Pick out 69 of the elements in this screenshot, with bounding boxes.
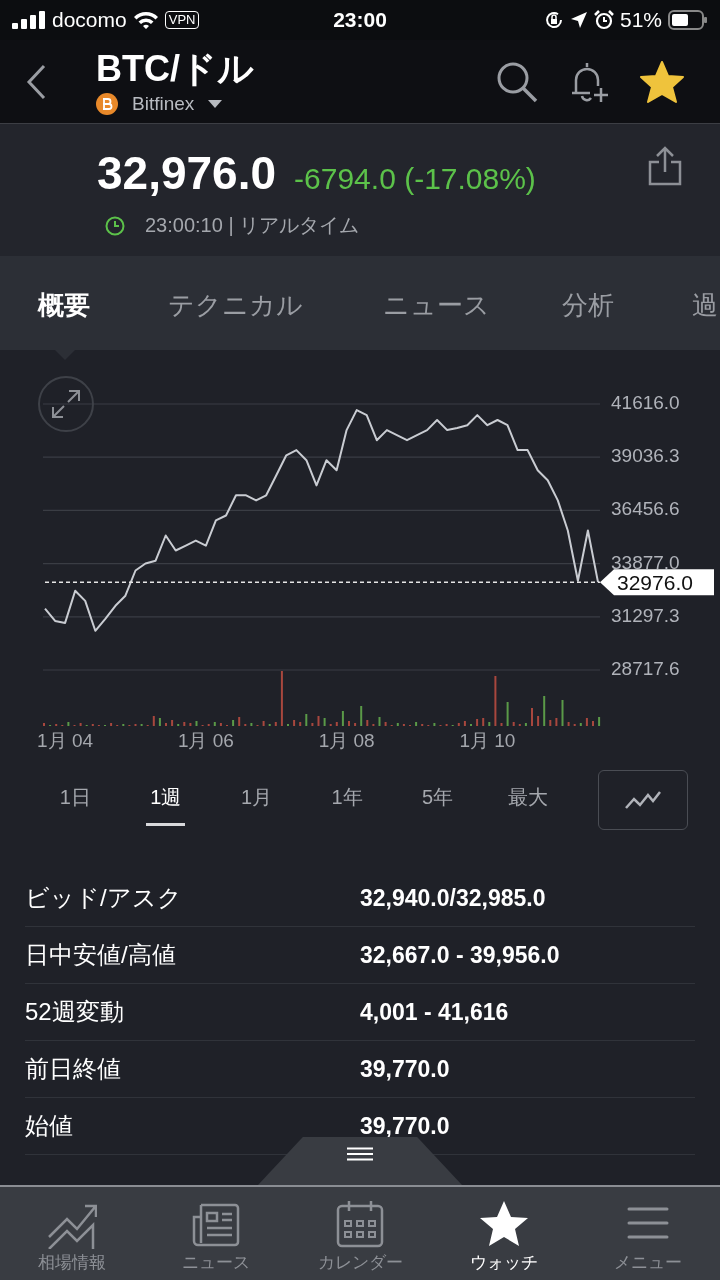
carrier-name: docomo xyxy=(52,8,127,32)
rotation-lock-icon xyxy=(543,10,564,30)
section-tab[interactable]: テクニカル xyxy=(168,288,303,323)
nav-tab[interactable]: カレンダー xyxy=(288,1187,432,1280)
stat-value: 32,667.0 - 39,956.0 xyxy=(360,941,560,969)
section-tab[interactable]: 分析 xyxy=(562,288,614,323)
chart-type-button[interactable] xyxy=(598,770,688,830)
search-icon xyxy=(496,60,538,103)
axis-label: 1月 04 xyxy=(37,730,94,751)
range-tab[interactable]: 5年 xyxy=(392,770,483,824)
range-tab[interactable]: 1年 xyxy=(301,770,393,824)
exchange-selector[interactable]: Bitfinex xyxy=(132,92,223,115)
search-button[interactable] xyxy=(496,60,538,103)
signal-icon xyxy=(12,11,46,29)
stat-value: 32,940.0/32,985.0 xyxy=(360,884,546,912)
range-tab[interactable]: 1月 xyxy=(211,770,302,824)
axis-label: 39036.3 xyxy=(611,445,680,467)
range-tab[interactable]: 1週 xyxy=(120,770,212,824)
nav-tab[interactable]: ニュース xyxy=(144,1187,288,1280)
section-tab[interactable]: ニュース xyxy=(383,288,490,323)
stat-label: 始値 xyxy=(25,1111,74,1141)
location-icon xyxy=(569,11,588,29)
favorite-button[interactable] xyxy=(640,60,684,103)
axis-label: 28717.6 xyxy=(611,658,680,679)
expand-icon xyxy=(51,389,81,419)
caret-icon xyxy=(208,99,223,108)
pair-title: BTC/ドル xyxy=(96,48,254,89)
clock-icon xyxy=(105,215,125,236)
section-tab[interactable]: 概要 xyxy=(38,288,90,323)
share-button[interactable] xyxy=(648,146,682,186)
price-change: -6794.0 (-17.08%) xyxy=(294,162,536,196)
stat-label: 前日終値 xyxy=(25,1054,122,1084)
stat-label: ビッド/アスク xyxy=(25,883,183,913)
current-price-label: 32976.0 xyxy=(600,569,714,596)
nav-tab[interactable]: メニュー xyxy=(576,1187,720,1280)
stat-value: 39,770.0 xyxy=(360,1055,450,1083)
alarm-icon xyxy=(593,10,614,30)
stat-label: 52週変動 xyxy=(25,997,125,1027)
last-price: 32,976.0 xyxy=(97,146,277,200)
range-tab[interactable]: 最大 xyxy=(482,770,574,824)
back-icon xyxy=(26,63,46,100)
battery-icon xyxy=(668,10,708,30)
clock-time: 23:00 xyxy=(333,8,387,32)
stat-value: 4,001 - 41,616 xyxy=(360,998,509,1026)
axis-label: 1月 10 xyxy=(459,730,516,751)
line-chart-icon xyxy=(625,790,661,810)
axis-label: 31297.3 xyxy=(611,604,680,626)
stat-label: 日中安値/高値 xyxy=(25,940,177,970)
battery-percent: 51% xyxy=(619,8,662,32)
nav-tab[interactable]: 相場情報 xyxy=(0,1187,144,1280)
wifi-icon xyxy=(132,11,159,29)
ref-line-label: 32976.0 xyxy=(617,571,693,595)
section-tab[interactable]: 過 xyxy=(692,288,718,323)
fullscreen-button[interactable] xyxy=(38,376,94,432)
axis-label: 36456.6 xyxy=(611,498,680,520)
menu-icon xyxy=(347,1147,373,1161)
axis-label: 1月 06 xyxy=(177,730,234,751)
share-icon xyxy=(648,146,682,186)
star-icon xyxy=(479,1199,529,1249)
star-icon xyxy=(640,60,684,103)
nav-tab[interactable]: ウォッチ xyxy=(432,1187,576,1280)
axis-label: 41616.0 xyxy=(611,392,680,413)
bitcoin-icon xyxy=(96,92,118,115)
stat-value: 39,770.0 xyxy=(360,1112,450,1140)
update-time: 23:00:10 | リアルタイム xyxy=(145,213,360,238)
calendar-icon xyxy=(335,1199,385,1249)
range-tab[interactable]: 1日 xyxy=(30,770,121,824)
vpn-badge: VPN xyxy=(164,11,200,29)
axis-label: 1月 08 xyxy=(318,730,375,751)
